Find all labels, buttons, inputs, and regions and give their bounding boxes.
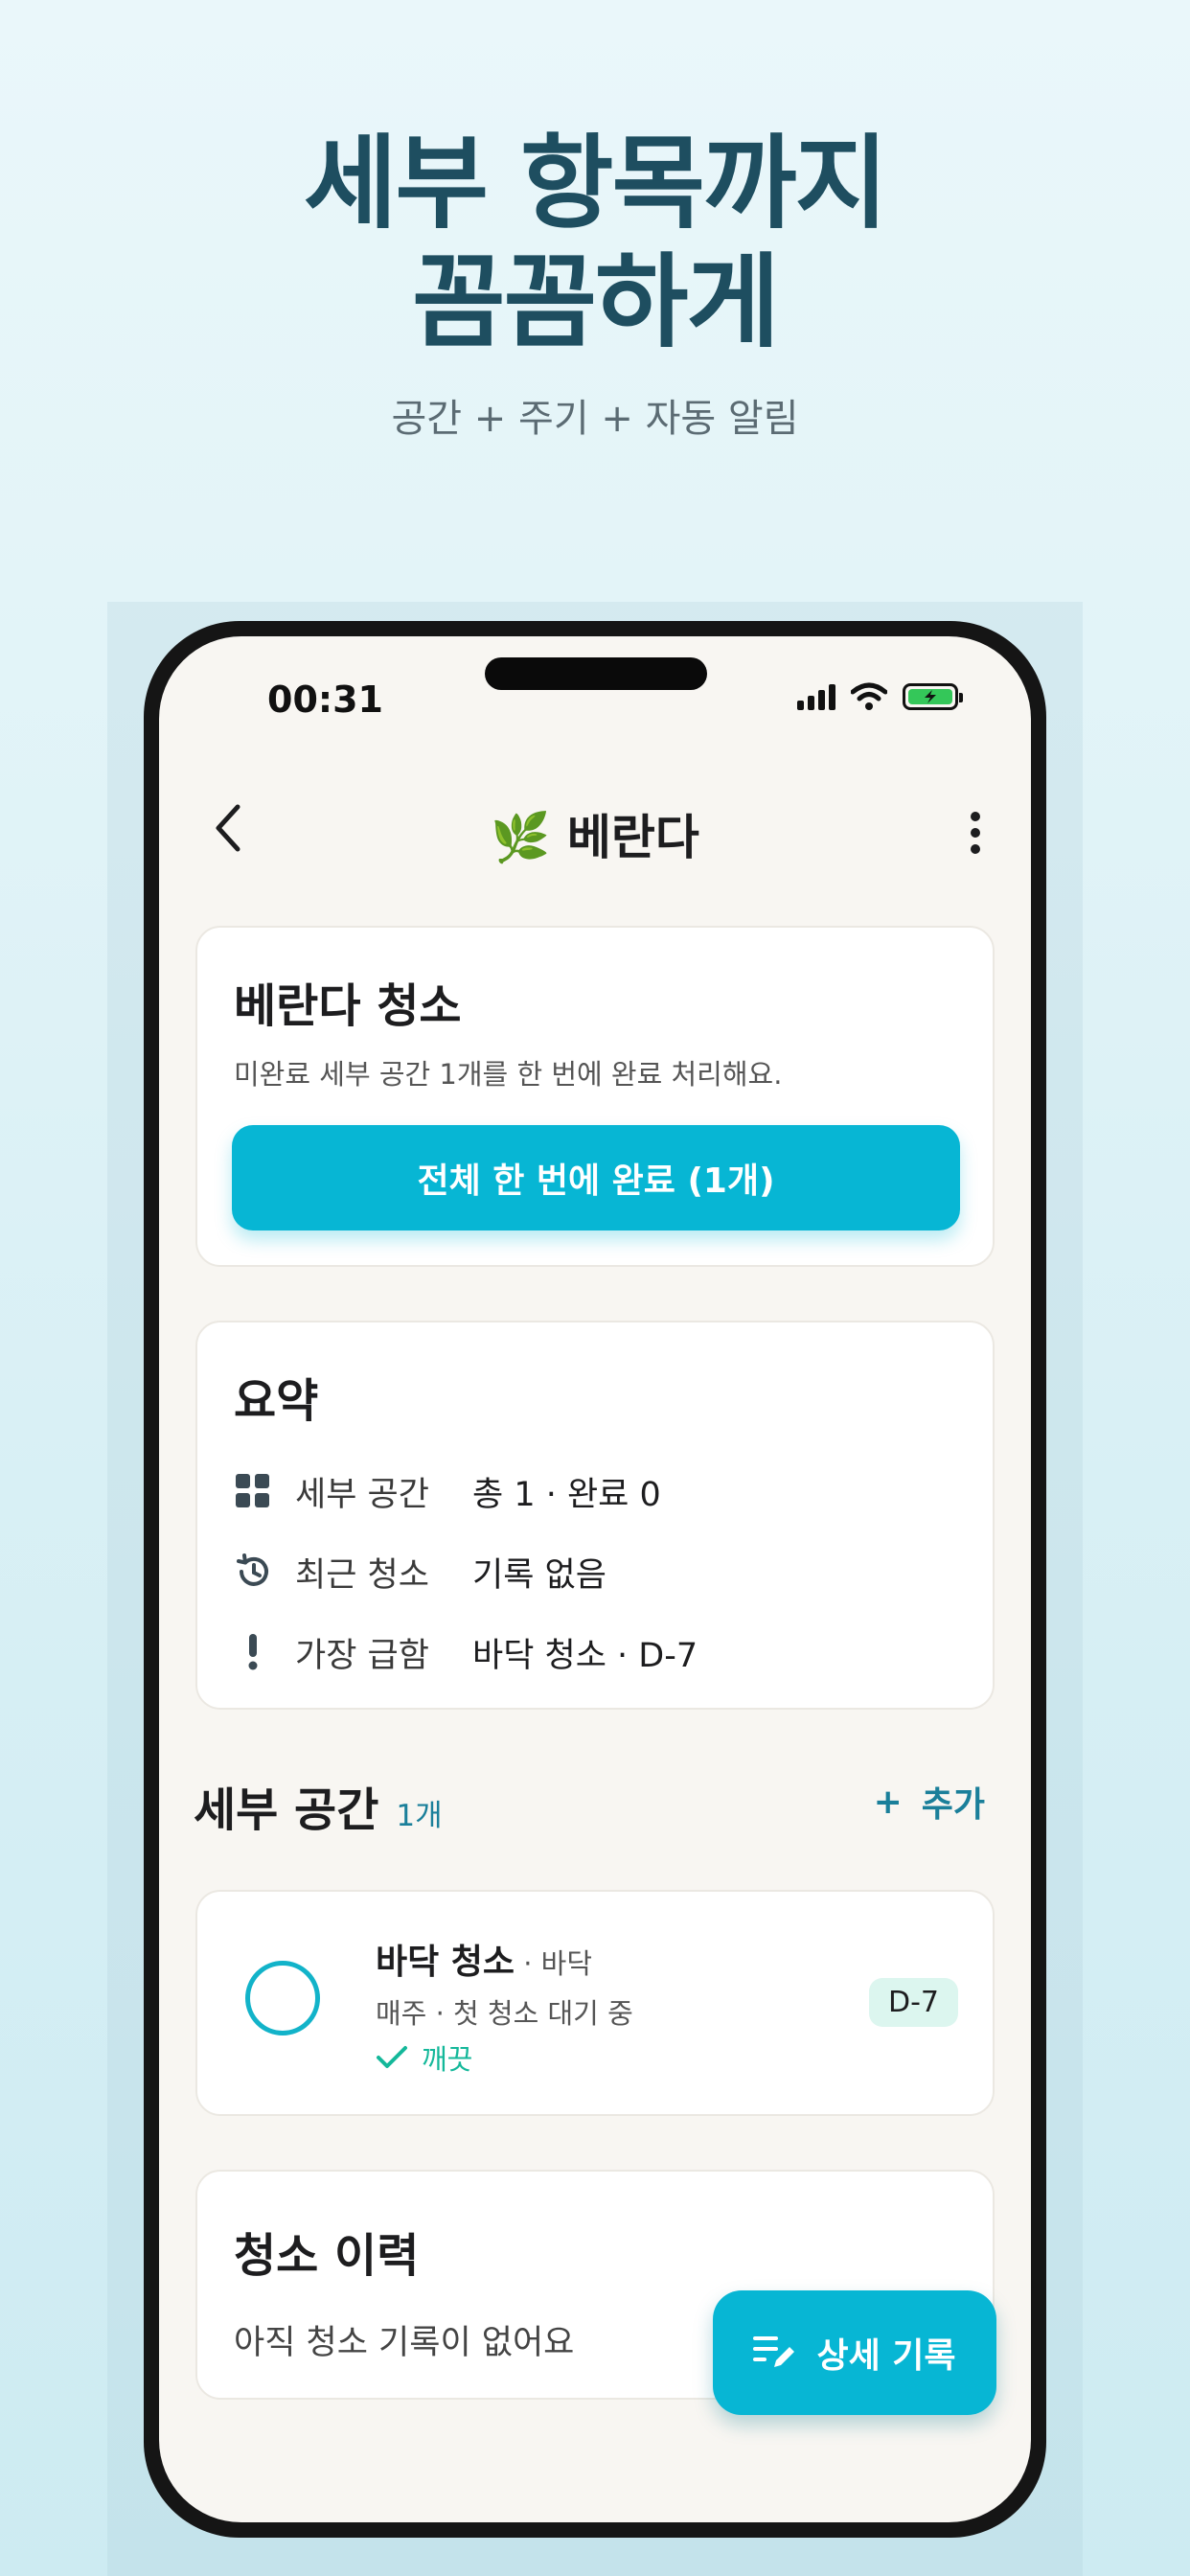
- add-subspace-button[interactable]: + 추가: [874, 1777, 985, 1827]
- list-item[interactable]: 바닥 청소 · 바닥 매주 · 첫 청소 대기 중 깨끗 D-7: [195, 1890, 995, 2116]
- status-time: 00:31: [267, 678, 383, 721]
- exclamation-icon: [234, 1633, 272, 1671]
- grid-icon: [234, 1472, 272, 1510]
- more-icon[interactable]: [966, 809, 985, 857]
- leaf-icon: 🌿: [491, 810, 551, 865]
- add-label: 추가: [921, 1785, 985, 1825]
- signal-icon: [797, 683, 835, 710]
- promo-subtitle: 공간 + 주기 + 자동 알림: [391, 397, 799, 441]
- summary-card: 요약 세부 공간 총 1 · 완료 0 최근 청소 기록 없음 가장 급함 바닥…: [195, 1321, 995, 1710]
- task-status: 깨끗: [376, 2037, 472, 2078]
- subspace-section-title: 세부 공간: [194, 1783, 379, 1837]
- history-icon: [234, 1552, 272, 1591]
- plus-icon: +: [873, 1782, 903, 1822]
- check-icon: [377, 2046, 407, 2068]
- summary-row-recent: 최근 청소 기록 없음: [234, 1543, 606, 1600]
- task-meta: 매주 · 첫 청소 대기 중: [376, 1997, 633, 2030]
- summary-value: 바닥 청소 · D-7: [472, 1636, 698, 1675]
- summary-label: 최근 청소: [295, 1555, 429, 1595]
- summary-value: 기록 없음: [472, 1555, 606, 1595]
- summary-label: 세부 공간: [295, 1475, 429, 1514]
- detail-record-button[interactable]: 상세 기록: [713, 2290, 996, 2415]
- app-screen: 00:31 🌿 베란다 베란다 청소 미완료 세부 공간 1개를 한 번에 완료…: [159, 636, 1031, 2522]
- wifi-icon: [851, 682, 887, 710]
- task-name: 바닥 청소 · 바닥: [376, 1943, 593, 1982]
- task-status-text: 깨끗: [422, 2043, 473, 2076]
- clean-all-card: 베란다 청소 미완료 세부 공간 1개를 한 번에 완료 처리해요. 전체 한 …: [195, 926, 995, 1267]
- page-title-text: 베란다: [566, 810, 699, 865]
- clean-card-title: 베란다 청소: [234, 979, 462, 1033]
- summary-title: 요약: [234, 1374, 319, 1428]
- phone-frame: 00:31 🌿 베란다 베란다 청소 미완료 세부 공간 1개를 한 번에 완료…: [144, 621, 1046, 2538]
- task-location: · 바닥: [515, 1947, 593, 1980]
- dynamic-island: [485, 657, 707, 690]
- page-title: 🌿 베란다: [159, 799, 1031, 868]
- clean-card-description: 미완료 세부 공간 1개를 한 번에 완료 처리해요.: [234, 1058, 783, 1091]
- history-title: 청소 이력: [234, 2229, 420, 2283]
- status-icons: [797, 682, 963, 711]
- history-empty-text: 아직 청소 기록이 없어요: [234, 2324, 575, 2362]
- promo-title: 세부 항목까지 꼼꼼하게: [303, 125, 888, 361]
- dday-badge: D-7: [868, 1978, 958, 2027]
- battery-icon: [903, 683, 963, 710]
- detail-record-label: 상세 기록: [816, 2336, 956, 2376]
- complete-all-button[interactable]: 전체 한 번에 완료 (1개): [232, 1125, 960, 1230]
- summary-label: 가장 급함: [295, 1636, 429, 1675]
- summary-value: 총 1 · 완료 0: [472, 1475, 661, 1514]
- complete-checkbox[interactable]: [245, 1961, 320, 2036]
- summary-row-urgent: 가장 급함 바닥 청소 · D-7: [234, 1623, 698, 1681]
- subspace-count: 1개: [396, 1799, 443, 1833]
- summary-row-subspaces: 세부 공간 총 1 · 완료 0: [234, 1462, 661, 1520]
- subspace-section-header: 세부 공간 1개: [194, 1772, 443, 1839]
- edit-note-icon: [753, 2336, 795, 2367]
